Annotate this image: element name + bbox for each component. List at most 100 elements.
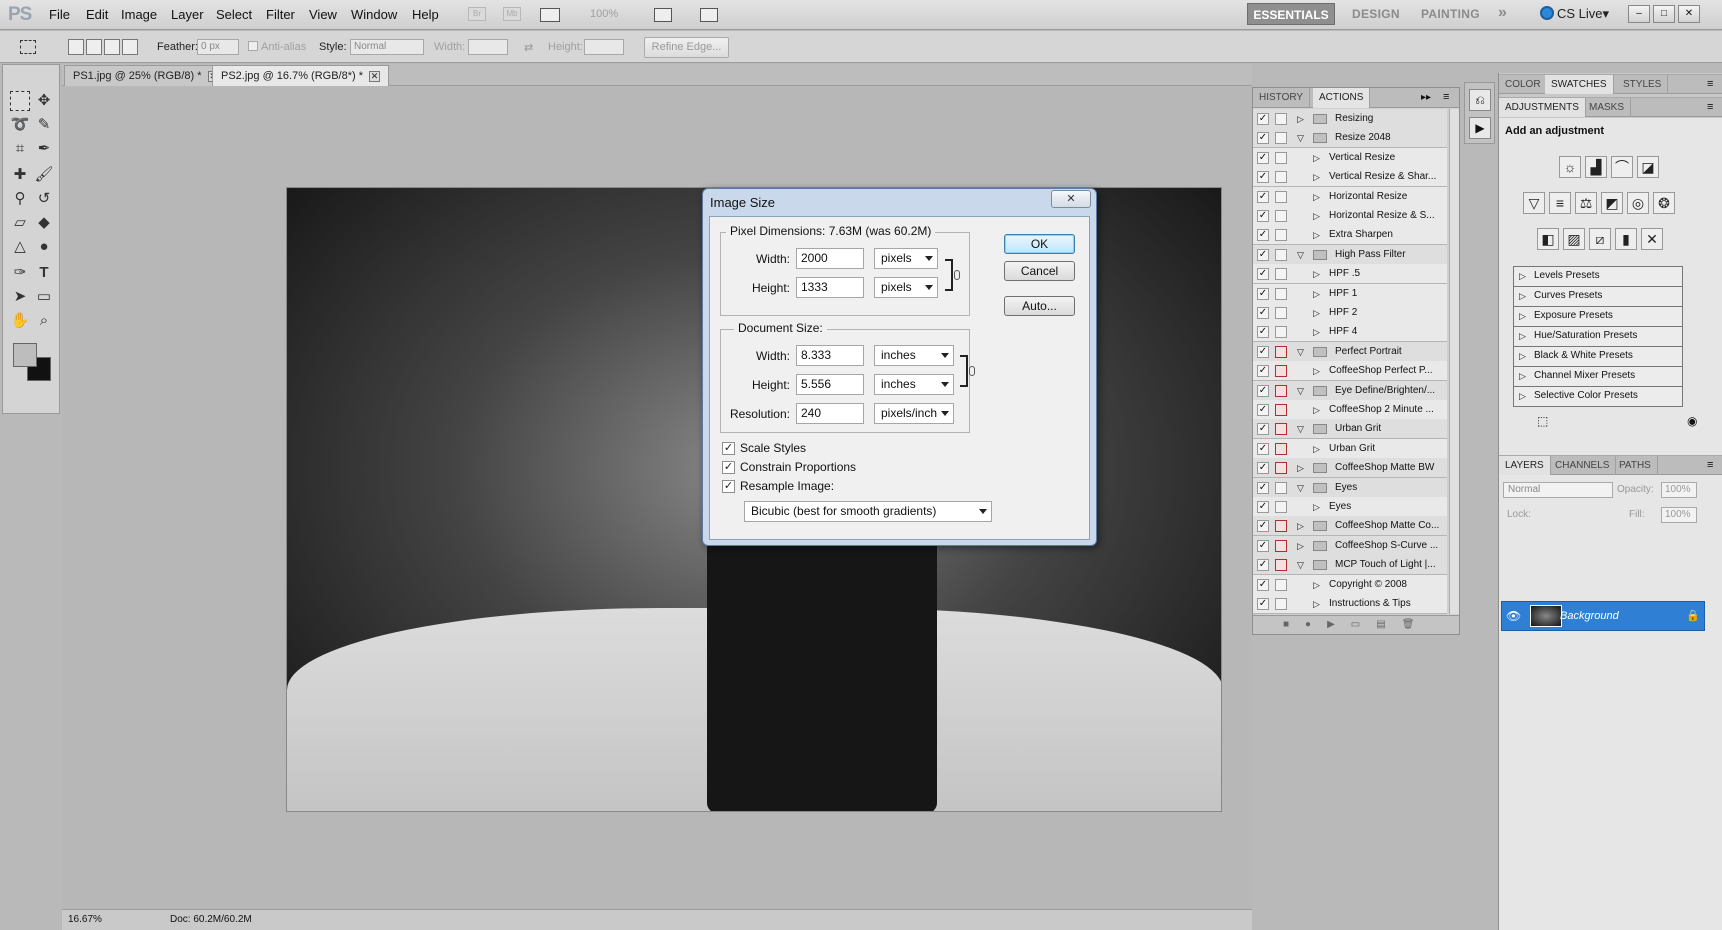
- black-white-icon[interactable]: ◩: [1601, 192, 1623, 214]
- collapse-triangle-icon[interactable]: ▷: [1297, 521, 1304, 532]
- zoom-level[interactable]: 100%: [590, 8, 618, 20]
- dialog-toggle-icon[interactable]: [1275, 345, 1287, 358]
- action-set-row[interactable]: ✓ ▽ Resize 2048: [1253, 128, 1447, 149]
- dialog-toggle-icon[interactable]: [1275, 113, 1287, 125]
- expand-triangle-icon[interactable]: ▽: [1297, 386, 1304, 397]
- action-toggle-checkbox[interactable]: ✓: [1257, 539, 1269, 552]
- action-set-row[interactable]: ✓ ▽ Eyes: [1253, 477, 1447, 498]
- refine-edge-button[interactable]: Refine Edge...: [644, 37, 729, 58]
- action-toggle-checkbox[interactable]: ✓: [1257, 501, 1269, 513]
- dialog-toggle-icon[interactable]: [1275, 578, 1287, 591]
- collapse-triangle-icon[interactable]: ▷: [1313, 289, 1320, 300]
- panel-menu-icon[interactable]: ≡: [1707, 459, 1713, 471]
- tab-layers[interactable]: LAYERS: [1499, 456, 1551, 475]
- collapse-triangle-icon[interactable]: ▷: [1313, 192, 1320, 203]
- action-toggle-checkbox[interactable]: ✓: [1257, 598, 1269, 610]
- panel-menu-icon[interactable]: ≡: [1443, 91, 1449, 103]
- crop-tool-icon[interactable]: ⌗: [10, 139, 30, 159]
- vibrance-icon[interactable]: ▽: [1523, 192, 1545, 214]
- zoom-tool-icon[interactable]: ⌕: [34, 311, 54, 331]
- style-select[interactable]: Normal: [350, 39, 424, 55]
- screen-mode-icon[interactable]: [700, 8, 718, 22]
- dialog-toggle-icon[interactable]: [1275, 171, 1287, 184]
- workspace-design[interactable]: DESIGN: [1352, 7, 1400, 21]
- expand-triangle-icon[interactable]: ▽: [1297, 347, 1304, 358]
- clip-to-layer-icon[interactable]: ⬚: [1537, 414, 1548, 428]
- preset-selective-color[interactable]: Selective Color Presets: [1513, 387, 1683, 407]
- doc-width-unit-select[interactable]: inches: [874, 345, 954, 366]
- action-set-row[interactable]: ✓ ▷ CoffeeShop Matte BW: [1253, 458, 1447, 479]
- dialog-toggle-icon[interactable]: [1275, 132, 1287, 145]
- dialog-toggle-icon[interactable]: [1275, 210, 1287, 222]
- action-row[interactable]: ✓ ▷ Eyes: [1253, 497, 1447, 517]
- fill-input[interactable]: 100%: [1661, 507, 1697, 523]
- collapse-triangle-icon[interactable]: ▷: [1313, 230, 1320, 241]
- dialog-toggle-icon[interactable]: [1275, 287, 1287, 300]
- tab-history[interactable]: HISTORY: [1253, 88, 1311, 108]
- menu-edit[interactable]: Edit: [86, 7, 108, 22]
- action-row[interactable]: ✓ ▷ HPF 4: [1253, 322, 1447, 343]
- workspace-painting[interactable]: PAINTING: [1421, 7, 1480, 21]
- action-toggle-checkbox[interactable]: ✓: [1257, 365, 1269, 378]
- close-tab-icon[interactable]: ✕: [369, 71, 381, 82]
- action-toggle-checkbox[interactable]: ✓: [1257, 442, 1269, 455]
- dodge-tool-icon[interactable]: ●: [34, 237, 54, 257]
- brightness-icon[interactable]: ☼: [1559, 156, 1581, 178]
- action-toggle-checkbox[interactable]: ✓: [1257, 404, 1269, 416]
- selective-color-icon[interactable]: ✕: [1641, 228, 1663, 250]
- close-window-button[interactable]: ✕: [1678, 5, 1700, 23]
- blend-mode-select[interactable]: Normal: [1503, 482, 1613, 498]
- collapse-panel-icon[interactable]: ▸▸: [1421, 92, 1431, 103]
- action-set-row[interactable]: ✓ ▷ Resizing: [1253, 109, 1447, 129]
- action-toggle-checkbox[interactable]: ✓: [1257, 210, 1269, 222]
- feather-input[interactable]: 0 px: [197, 39, 239, 55]
- action-set-row[interactable]: ✓ ▽ High Pass Filter: [1253, 244, 1447, 265]
- action-row[interactable]: ✓ ▷ Vertical Resize & Shar...: [1253, 167, 1447, 188]
- dialog-close-button[interactable]: ✕: [1051, 190, 1091, 208]
- intersect-selection-icon[interactable]: [122, 39, 138, 55]
- action-row[interactable]: ✓ ▷ HPF .5: [1253, 264, 1447, 285]
- anti-alias-checkbox[interactable]: [248, 41, 258, 51]
- preset-exposure[interactable]: Exposure Presets: [1513, 307, 1683, 327]
- expand-triangle-icon[interactable]: ▽: [1297, 424, 1304, 435]
- menu-window[interactable]: Window: [351, 7, 397, 22]
- dialog-toggle-icon[interactable]: [1275, 442, 1287, 455]
- collapse-triangle-icon[interactable]: ▷: [1313, 599, 1320, 610]
- hue-saturation-icon[interactable]: ≡: [1549, 192, 1571, 214]
- tab-paths[interactable]: PATHS: [1613, 456, 1658, 475]
- panel-menu-icon[interactable]: ≡: [1707, 78, 1713, 90]
- preset-hue-saturation[interactable]: Hue/Saturation Presets: [1513, 327, 1683, 347]
- dialog-toggle-icon[interactable]: [1275, 501, 1287, 513]
- exposure-icon[interactable]: ◪: [1637, 156, 1659, 178]
- action-toggle-checkbox[interactable]: ✓: [1257, 481, 1269, 494]
- dialog-toggle-icon[interactable]: [1275, 268, 1287, 281]
- dialog-toggle-icon[interactable]: [1275, 229, 1287, 242]
- opacity-input[interactable]: 100%: [1661, 482, 1697, 498]
- dialog-toggle-icon[interactable]: [1275, 404, 1287, 416]
- mini-bridge-icon[interactable]: Mb: [503, 7, 521, 21]
- collapse-triangle-icon[interactable]: ▷: [1297, 541, 1304, 552]
- type-tool-icon[interactable]: T: [34, 263, 54, 283]
- collapse-triangle-icon[interactable]: ▷: [1297, 114, 1304, 125]
- action-row[interactable]: ✓ ▷ CoffeeShop Perfect P...: [1253, 361, 1447, 382]
- dialog-toggle-icon[interactable]: [1275, 190, 1287, 203]
- constrain-proportions-checkbox[interactable]: ✓: [722, 461, 735, 474]
- dialog-toggle-icon[interactable]: [1275, 462, 1287, 475]
- actions-panel-icon[interactable]: ▶: [1469, 117, 1491, 139]
- add-to-selection-icon[interactable]: [86, 39, 102, 55]
- collapse-triangle-icon[interactable]: ▷: [1313, 211, 1320, 222]
- visibility-toggle-icon[interactable]: ◉: [1687, 414, 1697, 428]
- dialog-toggle-icon[interactable]: [1275, 481, 1287, 494]
- doc-height-input[interactable]: 5.556: [796, 374, 864, 395]
- action-toggle-checkbox[interactable]: ✓: [1257, 345, 1269, 358]
- px-height-unit-select[interactable]: pixels: [874, 277, 938, 298]
- cs-live-button[interactable]: CS Live▾: [1540, 6, 1609, 22]
- actions-scrollbar[interactable]: [1449, 109, 1459, 614]
- dialog-toggle-icon[interactable]: [1275, 423, 1287, 436]
- expand-triangle-icon[interactable]: ▽: [1297, 483, 1304, 494]
- action-toggle-checkbox[interactable]: ✓: [1257, 520, 1269, 533]
- action-toggle-checkbox[interactable]: ✓: [1257, 384, 1269, 397]
- action-toggle-checkbox[interactable]: ✓: [1257, 268, 1269, 281]
- collapse-triangle-icon[interactable]: ▷: [1313, 366, 1320, 377]
- resample-image-checkbox[interactable]: ✓: [722, 480, 735, 493]
